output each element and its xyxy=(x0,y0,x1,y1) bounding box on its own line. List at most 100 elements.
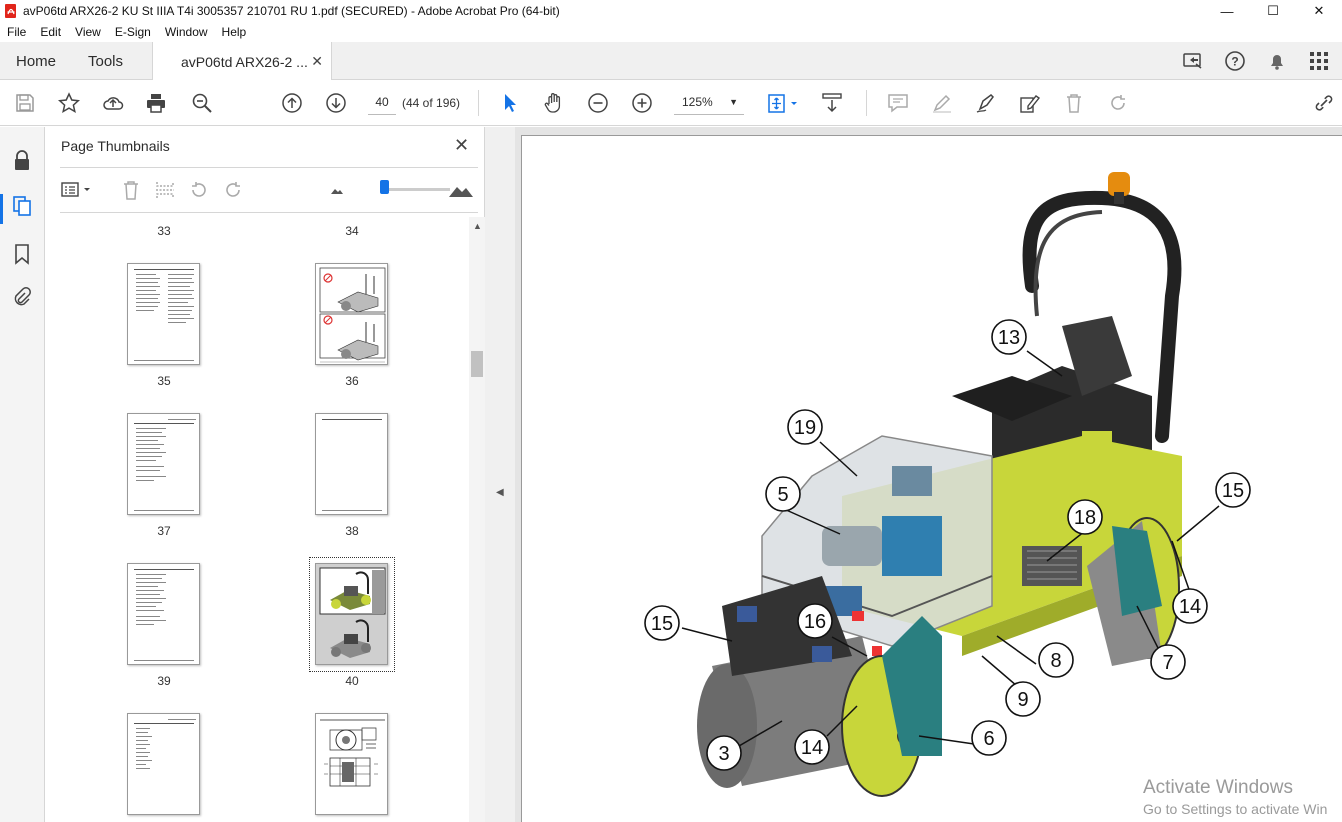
share-link-icon[interactable] xyxy=(1312,91,1336,115)
menu-bar: File Edit View E-Sign Window Help xyxy=(0,22,1342,42)
close-panel-button[interactable]: ✕ xyxy=(454,135,469,156)
page-number-label: 36 xyxy=(345,374,359,388)
slider-handle[interactable] xyxy=(380,180,389,194)
thumbnail-page-40[interactable] xyxy=(315,563,388,665)
menu-window[interactable]: Window xyxy=(158,25,215,39)
maximize-button[interactable]: ☐ xyxy=(1250,0,1296,22)
callout-label: 7 xyxy=(1162,652,1173,674)
zoom-level-dropdown[interactable]: 125% ▼ xyxy=(674,90,744,115)
upload-cloud-icon[interactable] xyxy=(101,91,125,115)
activation-watermark-title: Activate Windows xyxy=(1143,777,1293,798)
panel-splitter[interactable]: ◀ xyxy=(485,127,515,822)
menu-esign[interactable]: E-Sign xyxy=(108,25,158,39)
print-icon[interactable] xyxy=(144,91,168,115)
thumbnail-page-35[interactable] xyxy=(127,263,200,365)
menu-view[interactable]: View xyxy=(68,25,108,39)
delete-trash-icon[interactable] xyxy=(1062,91,1086,115)
help-icon[interactable]: ? xyxy=(1224,50,1246,72)
scrollbar-thumb[interactable] xyxy=(471,351,483,377)
thumbnail-page-42[interactable] xyxy=(315,713,388,815)
options-menu-icon[interactable] xyxy=(60,179,96,201)
toolbar-divider xyxy=(478,90,479,116)
draw-pen-icon[interactable] xyxy=(974,91,998,115)
close-tab-button[interactable]: ✕ xyxy=(311,53,323,70)
window-title: avP06td ARX26-2 KU St IIIA T4i 3005357 2… xyxy=(23,4,560,18)
next-page-icon[interactable] xyxy=(324,91,348,115)
zoom-search-icon[interactable] xyxy=(190,91,214,115)
page-thumbnails-icon[interactable] xyxy=(11,195,33,217)
callout-label: 14 xyxy=(1179,596,1201,618)
callout-label: 5 xyxy=(777,484,788,506)
close-window-button[interactable]: ✕ xyxy=(1296,0,1342,22)
fit-page-icon[interactable] xyxy=(766,91,802,115)
thumbnail-scrollbar[interactable]: ▲ xyxy=(469,217,485,822)
rotate-left-icon[interactable] xyxy=(188,179,210,201)
apps-grid-icon[interactable] xyxy=(1308,50,1330,72)
tab-document[interactable]: avP06td ARX26-2 ... ✕ xyxy=(152,42,332,81)
document-viewer[interactable]: 13 19 5 15 18 15 14 16 8 7 9 6 14 3 xyxy=(515,127,1342,822)
page-number-label: 38 xyxy=(345,524,359,538)
rotate-right-icon[interactable] xyxy=(222,179,244,201)
bookmark-star-icon[interactable] xyxy=(57,91,81,115)
page-number-label: 33 xyxy=(157,224,171,238)
callout-label: 8 xyxy=(1050,650,1061,672)
lock-icon[interactable] xyxy=(11,149,33,171)
active-rail-indicator xyxy=(0,194,3,224)
tab-home[interactable]: Home xyxy=(16,42,56,80)
thumbnail-page-37[interactable] xyxy=(127,413,200,515)
thumbnail-size-slider[interactable] xyxy=(380,188,450,191)
left-navigation-rail xyxy=(0,127,45,822)
callout-label: 6 xyxy=(983,728,994,750)
edit-sign-icon[interactable] xyxy=(1018,91,1042,115)
thumbnail-list: 33 34 35 36 37 38 39 40 xyxy=(45,217,470,822)
pdf-page: 13 19 5 15 18 15 14 16 8 7 9 6 14 3 xyxy=(521,135,1342,822)
hand-tool-icon[interactable] xyxy=(542,91,566,115)
menu-file[interactable]: File xyxy=(0,25,33,39)
highlight-pen-icon[interactable] xyxy=(930,91,954,115)
callout-label: 18 xyxy=(1074,507,1096,529)
divider xyxy=(60,212,478,213)
divider xyxy=(60,167,478,168)
page-number-input[interactable]: 40 xyxy=(368,90,396,115)
thumbnail-small-icon[interactable] xyxy=(328,179,346,201)
page-thumbnails-panel: Page Thumbnails ✕ 33 34 35 36 37 38 39 4… xyxy=(45,127,485,822)
scroll-mode-icon[interactable] xyxy=(820,91,844,115)
title-bar: avP06td ARX26-2 KU St IIIA T4i 3005357 2… xyxy=(0,0,1342,22)
thumbnail-page-38[interactable] xyxy=(315,413,388,515)
save-icon[interactable] xyxy=(13,91,37,115)
activation-watermark-subtitle: Go to Settings to activate Win xyxy=(1143,801,1328,817)
page-count-label: (44 of 196) xyxy=(402,96,461,110)
zoom-in-icon[interactable] xyxy=(630,91,654,115)
page-number-label: 40 xyxy=(345,674,359,688)
attachments-paperclip-icon[interactable] xyxy=(11,287,33,309)
callout-label: 15 xyxy=(1222,480,1244,502)
page-number-label: 35 xyxy=(157,374,171,388)
zoom-out-icon[interactable] xyxy=(586,91,610,115)
redo-icon[interactable] xyxy=(1106,91,1130,115)
minimize-button[interactable]: — xyxy=(1204,0,1250,22)
page-number-label: 39 xyxy=(157,674,171,688)
thumbnail-page-36[interactable] xyxy=(315,263,388,365)
svg-text:?: ? xyxy=(1231,55,1238,69)
callout-label: 3 xyxy=(718,743,729,765)
callout-label: 16 xyxy=(804,611,826,633)
share-screen-icon[interactable] xyxy=(1182,50,1204,72)
previous-page-icon[interactable] xyxy=(280,91,304,115)
comment-icon[interactable] xyxy=(886,91,910,115)
collapse-panel-arrow-icon[interactable]: ◀ xyxy=(496,487,504,498)
thumbnail-large-icon[interactable] xyxy=(448,179,474,201)
extract-page-icon[interactable] xyxy=(154,179,176,201)
tab-tools[interactable]: Tools xyxy=(88,42,123,80)
bookmarks-icon[interactable] xyxy=(11,243,33,265)
notifications-bell-icon[interactable] xyxy=(1266,50,1288,72)
callout-label: 15 xyxy=(651,613,673,635)
menu-edit[interactable]: Edit xyxy=(33,25,68,39)
thumbnail-page-39[interactable] xyxy=(127,563,200,665)
thumbnail-page-41[interactable] xyxy=(127,713,200,815)
menu-help[interactable]: Help xyxy=(215,25,254,39)
callout-label: 14 xyxy=(801,737,823,759)
thumbnail-toolbar xyxy=(60,175,478,205)
select-cursor-icon[interactable] xyxy=(498,91,522,115)
delete-page-icon[interactable] xyxy=(120,179,142,201)
scroll-up-arrow-icon[interactable]: ▲ xyxy=(473,221,482,231)
